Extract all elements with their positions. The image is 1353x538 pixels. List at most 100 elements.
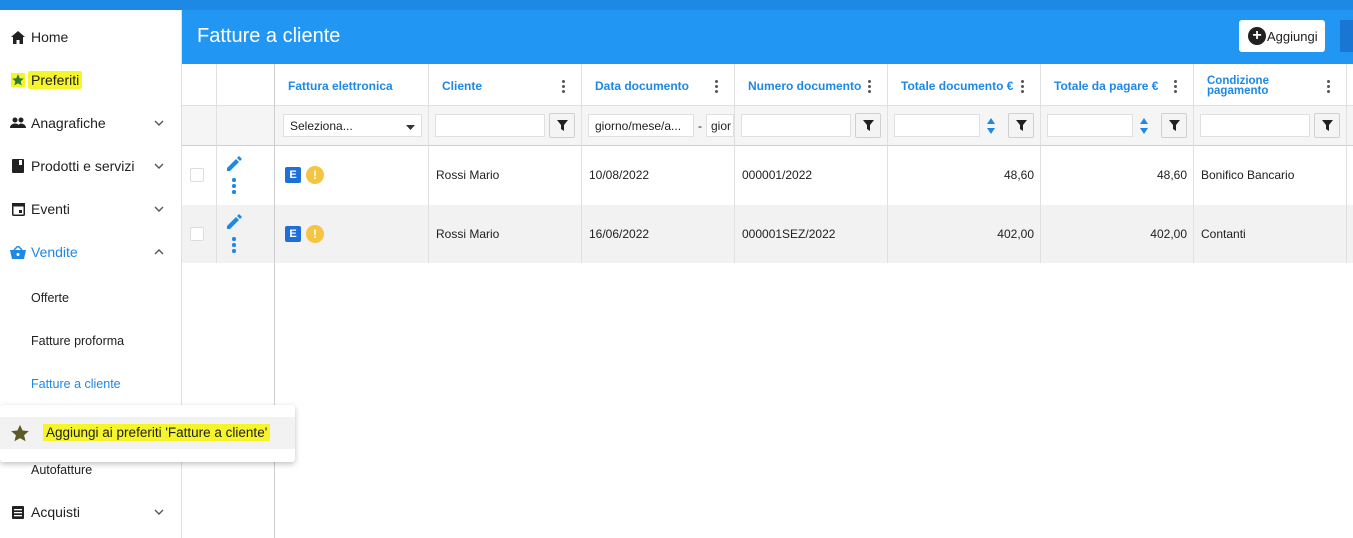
column-header-numero-documento[interactable]: Numero documento <box>735 64 887 106</box>
column-header-condizione-pagamento[interactable]: Condizione pagamento <box>1194 64 1346 106</box>
column-menu-icon[interactable] <box>1327 80 1331 94</box>
people-icon <box>10 115 26 131</box>
cliente-filter-input[interactable] <box>435 114 545 137</box>
column-header-label: Fattura elettronica <box>288 79 393 93</box>
sidebar-subitem-autofatture[interactable]: Autofatture <box>31 463 92 477</box>
cell-numero-documento: 000001SEZ/2022 <box>742 227 836 241</box>
sidebar-item-anagrafiche[interactable]: Anagrafiche <box>0 108 181 138</box>
column-header-label: Numero documento <box>748 79 862 93</box>
totale-da-pagare-filter-input[interactable] <box>1047 114 1133 137</box>
page-header: Fatture a cliente + Aggiungi <box>182 10 1353 64</box>
filter-button[interactable] <box>1008 113 1034 138</box>
column-header-label: Condizione pagamento <box>1207 75 1269 97</box>
cell-condizione-pagamento: Bonifico Bancario <box>1201 168 1295 182</box>
more-vert-icon[interactable] <box>232 237 236 253</box>
e-invoice-badge: E <box>285 167 301 183</box>
sidebar-item-label: Home <box>31 29 69 45</box>
column-header-totale-da-pagare[interactable]: Totale da pagare € <box>1041 64 1193 106</box>
filter-button[interactable] <box>1161 113 1187 138</box>
numero-filter-input[interactable] <box>741 114 851 137</box>
edit-pencil-icon[interactable] <box>225 155 243 173</box>
basket-icon <box>10 244 26 260</box>
sidebar-item-label: Eventi <box>31 201 70 217</box>
column-header-label: Data documento <box>595 79 690 93</box>
sidebar-item-prodotti[interactable]: Prodotti e servizi <box>0 151 181 181</box>
add-button[interactable]: + Aggiungi <box>1239 20 1325 52</box>
add-to-favorites-menu-item[interactable]: Aggiungi ai preferiti 'Fatture a cliente… <box>0 417 295 449</box>
sidebar-subitem-fatture-proforma[interactable]: Fatture proforma <box>31 334 124 348</box>
sidebar-subitem-offerte[interactable]: Offerte <box>31 291 69 305</box>
column-header-cliente[interactable]: Cliente <box>429 64 581 106</box>
book-icon <box>10 158 26 174</box>
column-header-data-documento[interactable]: Data documento <box>582 64 734 106</box>
warning-icon[interactable]: ! <box>306 225 324 243</box>
sidebar-subitem-fatture-a-cliente[interactable]: Fatture a cliente <box>31 377 121 391</box>
select-value: Seleziona... <box>290 118 353 133</box>
chevron-down-icon <box>152 116 166 130</box>
cell-cliente: Rossi Mario <box>436 168 500 182</box>
list-icon <box>10 504 26 520</box>
cell-numero-documento: 000001/2022 <box>742 168 813 182</box>
sidebar-item-vendite[interactable]: Vendite <box>0 237 181 267</box>
star-icon <box>10 72 26 88</box>
cell-data-documento: 16/06/2022 <box>589 227 650 241</box>
cell-condizione-pagamento: Contanti <box>1201 227 1246 241</box>
row-checkbox[interactable] <box>190 227 204 241</box>
warning-icon[interactable]: ! <box>306 166 324 184</box>
column-header-label: Cliente <box>442 79 483 93</box>
chevron-down-icon <box>152 505 166 519</box>
column-divider <box>1346 64 1347 263</box>
column-menu-icon[interactable] <box>868 80 872 94</box>
date-range-separator: - <box>698 119 702 133</box>
e-invoice-badge: E <box>285 226 301 242</box>
date-to-input[interactable]: gior <box>706 114 734 137</box>
sidebar-item-label: Acquisti <box>31 504 81 520</box>
filter-icon <box>1015 120 1027 131</box>
more-vert-icon[interactable] <box>232 178 236 194</box>
cell-totale-da-pagare: 402,00 <box>1150 227 1187 241</box>
sidebar-item-label: Anagrafiche <box>31 115 106 131</box>
date-to-placeholder: gior <box>711 118 732 133</box>
chevron-up-icon <box>152 245 166 259</box>
column-menu-icon[interactable] <box>562 80 566 94</box>
fattura-elettronica-select[interactable]: Seleziona... <box>283 114 422 137</box>
filter-button[interactable] <box>855 113 881 138</box>
sidebar-item-acquisti[interactable]: Acquisti <box>0 497 181 527</box>
sidebar-item-eventi[interactable]: Eventi <box>0 194 181 224</box>
add-button-label: Aggiungi <box>1267 28 1318 44</box>
cell-totale-documento: 48,60 <box>1003 168 1034 182</box>
plus-circle-icon: + <box>1248 27 1266 45</box>
invoices-grid: Fattura elettronica Cliente Data documen… <box>182 64 1353 538</box>
chevron-down-icon <box>152 159 166 173</box>
filter-button[interactable] <box>1314 113 1340 138</box>
dropdown-arrow-icon <box>406 119 415 133</box>
cell-cliente: Rossi Mario <box>436 227 500 241</box>
column-menu-icon[interactable] <box>1021 80 1025 94</box>
filter-icon <box>556 120 568 131</box>
date-from-placeholder: giorno/mese/a... <box>595 118 682 133</box>
edit-pencil-icon[interactable] <box>225 213 243 231</box>
column-divider <box>216 64 217 263</box>
sidebar-item-home[interactable]: Home <box>0 22 181 52</box>
date-from-input[interactable]: giorno/mese/a... <box>588 114 694 137</box>
column-header-label: Totale da pagare € <box>1054 79 1159 93</box>
column-header-fattura-elettronica[interactable]: Fattura elettronica <box>275 64 428 106</box>
filter-icon <box>862 120 874 131</box>
cell-totale-documento: 402,00 <box>997 227 1034 241</box>
calendar-icon <box>10 201 26 217</box>
column-header-totale-documento[interactable]: Totale documento € <box>888 64 1040 106</box>
filter-icon <box>1168 120 1180 131</box>
column-menu-icon[interactable] <box>715 80 719 94</box>
number-spinner-icon[interactable] <box>1139 116 1149 136</box>
sidebar-item-label: Prodotti e servizi <box>31 158 135 174</box>
totale-documento-filter-input[interactable] <box>894 114 980 137</box>
favorites-context-menu: Aggiungi ai preferiti 'Fatture a cliente… <box>0 405 295 462</box>
row-checkbox[interactable] <box>190 168 204 182</box>
condizione-filter-input[interactable] <box>1200 114 1310 137</box>
filter-button[interactable] <box>549 113 575 138</box>
header-extra-button[interactable] <box>1340 20 1353 52</box>
number-spinner-icon[interactable] <box>986 116 996 136</box>
sidebar-item-preferiti[interactable]: Preferiti <box>0 65 181 95</box>
column-menu-icon[interactable] <box>1174 80 1178 94</box>
sidebar-item-label: Preferiti <box>28 71 83 89</box>
